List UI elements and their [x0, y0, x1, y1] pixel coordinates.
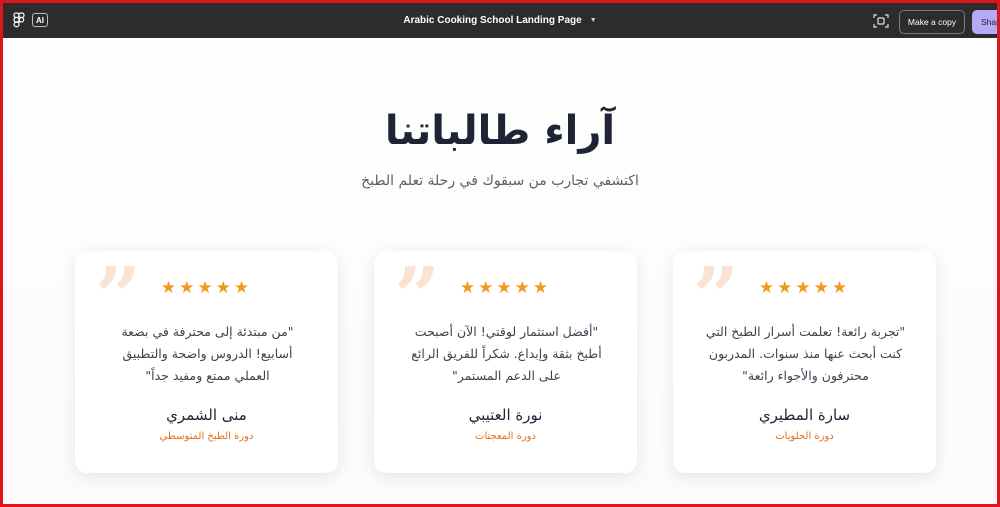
screenshot-frame: AI Arabic Cooking School Landing Page ▼ …: [0, 0, 1000, 507]
scan-icon[interactable]: [873, 13, 889, 29]
section-title: آراء طالباتنا: [384, 108, 616, 154]
editor-toolbar: AI Arabic Cooking School Landing Page ▼ …: [3, 3, 997, 38]
star-rating: ★★★★★: [160, 278, 253, 298]
figma-logo-icon[interactable]: [12, 12, 26, 28]
make-copy-button[interactable]: Make a copy: [899, 10, 965, 34]
testimonial-card: ” ★★★★★ "أفضل استثمار لوقتي! الآن أصبحت …: [374, 251, 637, 473]
testimonial-quote: "من مبتدئة إلى محترفة في بضعة أسابيع! ال…: [121, 324, 294, 383]
testimonial-name: منى الشمري: [166, 406, 247, 424]
file-title-text[interactable]: Arabic Cooking School Landing Page: [403, 15, 581, 26]
chevron-down-icon[interactable]: ▼: [590, 17, 597, 24]
share-button[interactable]: Share: [972, 10, 997, 34]
testimonial-name: سارة المطيري: [758, 406, 851, 424]
testimonial-card: ” ★★★★★ "من مبتدئة إلى محترفة في بضعة أس…: [75, 251, 338, 473]
file-title: Arabic Cooking School Landing Page ▼: [3, 3, 997, 38]
testimonial-card: ” ★★★★★ "تجربة رائعة! تعلمت أسرار الطبخ …: [673, 251, 936, 473]
page-canvas: آراء طالباتنا اكتشفي تجارب من سبقوك في ر…: [3, 38, 997, 504]
testimonial-course: دورة الحلويات: [775, 431, 834, 442]
testimonial-quote: "تجربة رائعة! تعلمت أسرار الطبخ التي كنت…: [705, 324, 906, 383]
testimonial-course: دورة الطبخ المتوسطي: [159, 431, 254, 442]
ai-badge[interactable]: AI: [32, 13, 48, 27]
testimonial-quote: "أفضل استثمار لوقتي! الآن أصبحت أطبخ بثق…: [411, 324, 602, 383]
testimonial-name: نورة العتيبي: [468, 406, 543, 424]
star-rating: ★★★★★: [459, 278, 552, 298]
section-subtitle: اكتشفي تجارب من سبقوك في رحلة تعلم الطبخ: [361, 173, 639, 189]
testimonial-course: دورة المعجنات: [475, 431, 536, 442]
star-rating: ★★★★★: [758, 278, 851, 298]
